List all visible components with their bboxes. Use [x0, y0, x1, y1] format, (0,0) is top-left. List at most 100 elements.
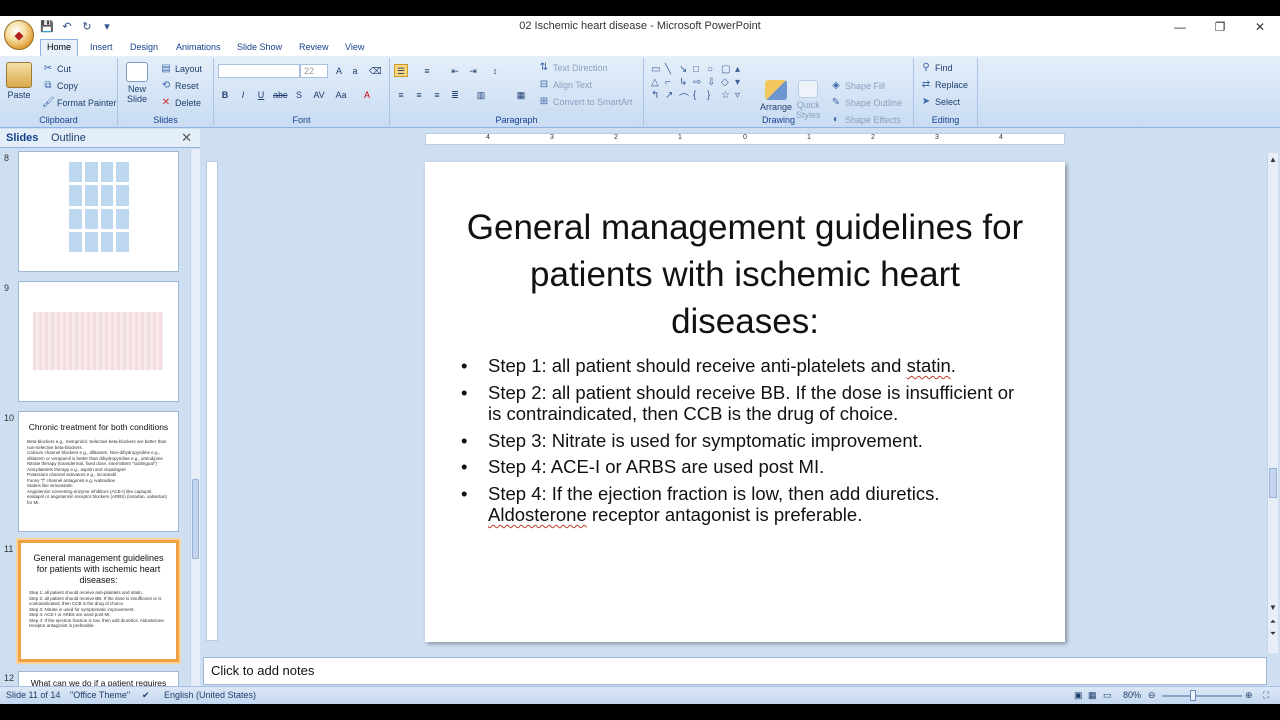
align-center-icon[interactable]: ≡: [412, 88, 426, 101]
shape-effects-button[interactable]: ◐ Shape Effects: [830, 114, 901, 126]
tab-animations[interactable]: Animations: [170, 40, 227, 54]
increase-indent-icon[interactable]: ⇥: [466, 64, 480, 77]
slide-bullet-list[interactable]: Step 1: all patient should receive anti-…: [461, 355, 1021, 531]
slide-title[interactable]: General management guidelines for patien…: [465, 204, 1025, 345]
tab-outline[interactable]: Outline: [51, 132, 86, 144]
italic-icon[interactable]: I: [236, 88, 250, 101]
scroll-up-icon[interactable]: ▲: [1268, 155, 1278, 164]
star-shape-icon[interactable]: ☆: [721, 90, 734, 105]
current-slide[interactable]: General management guidelines for patien…: [425, 162, 1065, 642]
close-panel-icon[interactable]: ✕: [181, 130, 192, 146]
clear-format-icon[interactable]: ⌫: [368, 64, 382, 77]
scroll-down-icon[interactable]: ▼: [1268, 603, 1278, 612]
restore-button[interactable]: ❐: [1200, 16, 1240, 38]
oval-shape-icon[interactable]: ○: [707, 64, 720, 75]
quick-styles-button[interactable]: Quick Styles: [796, 80, 821, 120]
shape-outline-button[interactable]: ✎ Shape Outline: [830, 97, 902, 109]
columns-icon[interactable]: ▥: [474, 88, 488, 101]
freeform-shape-icon[interactable]: ↗: [665, 90, 678, 105]
elbow-arrow-shape-icon[interactable]: ↳: [679, 77, 692, 88]
elbow-shape-icon[interactable]: ⌐: [665, 77, 678, 88]
minimize-button[interactable]: —: [1160, 16, 1200, 38]
curve-shape-icon[interactable]: ↰: [651, 90, 664, 105]
reset-button[interactable]: ⟲ Reset: [160, 80, 199, 92]
slide-sorter-icon[interactable]: ▦: [1088, 690, 1097, 701]
grow-font-icon[interactable]: A: [332, 64, 346, 77]
slide-thumbnail-12[interactable]: What can we do if a patient requires non…: [18, 671, 179, 687]
zoom-slider[interactable]: [1162, 695, 1242, 697]
font-name-combo[interactable]: [218, 64, 300, 78]
justify-icon[interactable]: ≣: [448, 88, 462, 101]
office-button[interactable]: ◆: [4, 20, 34, 50]
tab-slide-show[interactable]: Slide Show: [231, 40, 288, 54]
slide-thumbnail-11[interactable]: General management guidelines for patien…: [18, 540, 179, 662]
brace-left-shape-icon[interactable]: {: [693, 90, 706, 105]
slide-thumbnail-9[interactable]: [18, 281, 179, 402]
strikethrough-icon[interactable]: abc: [272, 88, 288, 101]
rectangle-shape-icon[interactable]: □: [693, 64, 706, 75]
theme-name[interactable]: "Office Theme": [70, 690, 130, 700]
paste-button[interactable]: Paste: [6, 62, 32, 100]
layout-button[interactable]: ▤ Layout: [160, 63, 202, 75]
align-text-button[interactable]: ⊟ Align Text: [538, 79, 592, 91]
line-shape-icon[interactable]: ╲: [665, 64, 678, 75]
tab-home[interactable]: Home: [40, 39, 79, 56]
shadow-icon[interactable]: S: [292, 88, 306, 101]
arrow-shape-icon[interactable]: ↘: [679, 64, 692, 75]
font-size-combo[interactable]: 22: [300, 64, 328, 78]
delete-button[interactable]: ✕ Delete: [160, 97, 201, 109]
spellcheck-icon[interactable]: ✔: [142, 690, 150, 701]
flowchart-shape-icon[interactable]: ◇: [721, 77, 734, 88]
zoom-in-icon[interactable]: ⊕: [1245, 690, 1253, 701]
notes-pane[interactable]: Click to add notes: [203, 657, 1267, 685]
normal-view-icon[interactable]: ▣: [1074, 690, 1083, 701]
copy-button[interactable]: ⧉ Copy: [42, 80, 78, 92]
column-layout-icon[interactable]: ▦: [514, 88, 528, 101]
cut-button[interactable]: ✂ Cut: [42, 63, 71, 75]
gallery-more-icon[interactable]: ▿: [735, 90, 748, 105]
find-button[interactable]: ⚲ Find: [920, 62, 952, 74]
slide-thumbnail-10[interactable]: Chronic treatment for both conditions Be…: [18, 411, 179, 532]
shape-fill-button[interactable]: ◈ Shape Fill: [830, 80, 885, 92]
new-slide-button[interactable]: New Slide: [126, 62, 148, 104]
scroll-shape-icon[interactable]: ▾: [735, 77, 748, 88]
zoom-level[interactable]: 80%: [1123, 690, 1141, 700]
tab-insert[interactable]: Insert: [84, 40, 119, 54]
select-button[interactable]: ➤ Select: [920, 96, 960, 108]
char-spacing-icon[interactable]: AV: [312, 88, 326, 101]
underline-icon[interactable]: U: [254, 88, 268, 101]
arc-shape-icon[interactable]: ⌒: [679, 90, 692, 105]
text-direction-button[interactable]: ⇅ Text Direction: [538, 62, 608, 74]
language[interactable]: English (United States): [164, 690, 256, 700]
rounded-rect-shape-icon[interactable]: ▢: [721, 64, 734, 75]
fit-to-window-icon[interactable]: ⛶: [1263, 690, 1269, 701]
align-left-icon[interactable]: ≡: [394, 88, 408, 101]
slideshow-view-icon[interactable]: ▭: [1103, 690, 1112, 701]
bold-icon[interactable]: B: [218, 88, 232, 101]
align-right-icon[interactable]: ≡: [430, 88, 444, 101]
font-color-icon[interactable]: A: [360, 88, 374, 101]
slide-scroll-thumb[interactable]: [1269, 468, 1277, 498]
textbox-shape-icon[interactable]: ▭: [651, 64, 664, 75]
arrange-button[interactable]: Arrange: [760, 80, 792, 112]
slide-thumbnail-8[interactable]: [18, 151, 179, 272]
tab-review[interactable]: Review: [293, 40, 335, 54]
panel-scroll-thumb[interactable]: [192, 479, 199, 559]
panel-scrollbar[interactable]: [190, 149, 200, 687]
shrink-font-icon[interactable]: a: [348, 64, 362, 77]
change-case-icon[interactable]: Aa: [334, 88, 348, 101]
more-shape-icon[interactable]: ▴: [735, 64, 748, 75]
decrease-indent-icon[interactable]: ⇤: [448, 64, 462, 77]
tab-design[interactable]: Design: [124, 40, 164, 54]
bullets-icon[interactable]: ☰: [394, 64, 408, 77]
right-arrow-shape-icon[interactable]: ⇨: [693, 77, 706, 88]
numbering-icon[interactable]: ≡: [420, 64, 434, 77]
next-slide-icon[interactable]: ⏷: [1268, 629, 1278, 639]
down-arrow-shape-icon[interactable]: ⇩: [707, 77, 720, 88]
line-spacing-icon[interactable]: ↕: [488, 64, 502, 77]
slide-scrollbar[interactable]: ▲ ▼ ⏶ ⏷: [1267, 153, 1278, 653]
previous-slide-icon[interactable]: ⏶: [1268, 617, 1278, 627]
tab-slides[interactable]: Slides: [6, 132, 38, 144]
tab-view[interactable]: View: [339, 40, 370, 54]
triangle-shape-icon[interactable]: △: [651, 77, 664, 88]
